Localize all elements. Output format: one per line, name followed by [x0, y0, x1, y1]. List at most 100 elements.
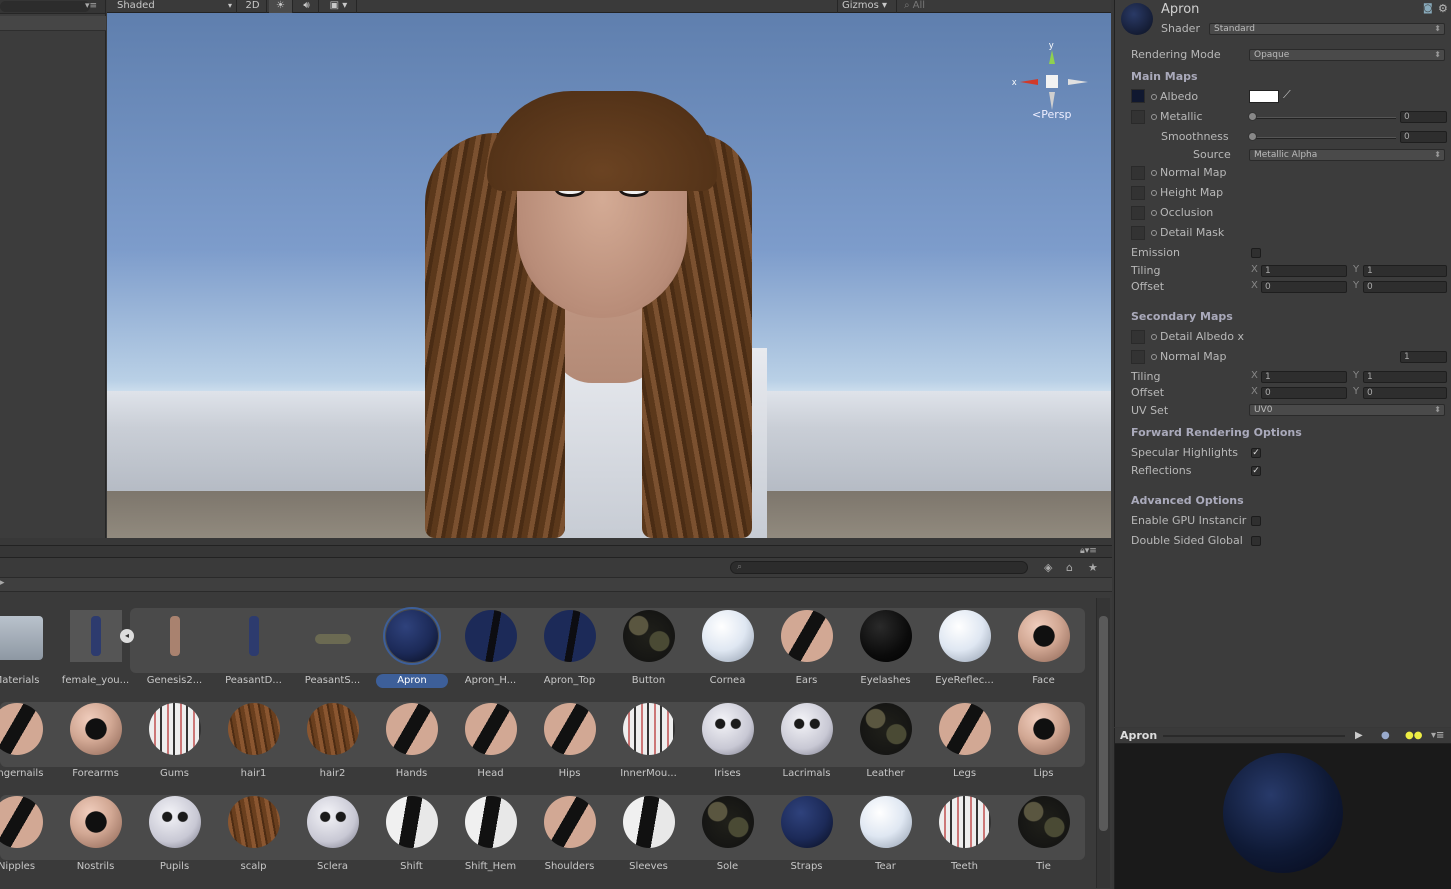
asset-forearms[interactable]: Forearms	[56, 703, 135, 793]
audio-icon[interactable]: 🔊︎	[295, 0, 319, 13]
preview-menu-icon[interactable]: ▾≡	[1431, 728, 1444, 744]
detail-normal-picker-icon[interactable]	[1151, 354, 1157, 360]
light-icon[interactable]: ●●	[1405, 728, 1422, 744]
breadcrumb-arrow-icon[interactable]: ▸	[0, 578, 5, 588]
project-search-input[interactable]: ⌕	[730, 561, 1028, 574]
uv-set-dropdown[interactable]: UV0	[1249, 404, 1445, 416]
expand-prefab-icon[interactable]: ◂	[120, 629, 134, 643]
asset-hips[interactable]: Hips	[530, 703, 609, 793]
eyedropper-icon[interactable]: ⟋	[1283, 88, 1291, 102]
smoothness-slider[interactable]	[1251, 137, 1396, 139]
detail-albedo-picker-icon[interactable]	[1151, 334, 1157, 340]
asset-shift-hem[interactable]: Shift_Hem	[451, 796, 530, 886]
asset-legs[interactable]: Legs	[925, 703, 1004, 793]
effects-icon[interactable]: ▣ ▾	[321, 0, 357, 13]
asset-sclera[interactable]: Sclera	[293, 796, 372, 886]
asset-straps[interactable]: Straps	[767, 796, 846, 886]
height-map-picker-icon[interactable]	[1151, 190, 1157, 196]
albedo-picker-icon[interactable]	[1151, 94, 1157, 100]
sec-tiling-y-field[interactable]: 1	[1363, 371, 1447, 383]
preview-sphere[interactable]	[1223, 753, 1343, 873]
asset-fingernails[interactable]: Fingernails	[0, 703, 56, 793]
rendering-mode-dropdown[interactable]: Opaque	[1249, 49, 1445, 61]
asset-sole[interactable]: Sole	[688, 796, 767, 886]
asset-sleeves[interactable]: Sleeves	[609, 796, 688, 886]
asset-face[interactable]: Face	[1004, 610, 1083, 700]
persp-toggle[interactable]: <Persp	[1032, 108, 1071, 121]
asset-pupils[interactable]: Pupils	[135, 796, 214, 886]
albedo-texture-slot[interactable]	[1131, 89, 1145, 103]
asset-leather[interactable]: Leather	[846, 703, 925, 793]
project-scrollbar[interactable]	[1096, 598, 1110, 888]
main-offset-y-field[interactable]: 0	[1363, 281, 1447, 293]
scene-view[interactable]: y x <Persp	[107, 13, 1111, 538]
filter-type-icon[interactable]: ◈	[1044, 561, 1052, 574]
asset-apron-top[interactable]: Apron_Top	[530, 610, 609, 700]
asset-cornea[interactable]: Cornea	[688, 610, 767, 700]
lock-icon[interactable]: 🔒︎▾≡	[1080, 546, 1097, 556]
asset-lips[interactable]: Lips	[1004, 703, 1083, 793]
asset-hair1[interactable]: hair1	[214, 703, 293, 793]
gizmos-dropdown[interactable]: Gizmos ▾	[837, 0, 897, 13]
filter-label-icon[interactable]: ⌂	[1066, 561, 1073, 574]
sec-offset-y-field[interactable]: 0	[1363, 387, 1447, 399]
sphere-icon[interactable]: ●	[1381, 728, 1390, 744]
asset-irises[interactable]: Irises	[688, 703, 767, 793]
occlusion-picker-icon[interactable]	[1151, 210, 1157, 216]
sec-offset-x-field[interactable]: 0	[1261, 387, 1347, 399]
specular-highlights-checkbox[interactable]: ✓	[1251, 448, 1261, 458]
gear-icon[interactable]: ⚙	[1438, 2, 1448, 15]
normal-map-slot[interactable]	[1131, 166, 1145, 180]
gpu-instancing-checkbox[interactable]	[1251, 516, 1261, 526]
asset-tie[interactable]: Tie	[1004, 796, 1083, 886]
reflections-checkbox[interactable]: ✓	[1251, 466, 1261, 476]
asset-hair2[interactable]: hair2	[293, 703, 372, 793]
metallic-field[interactable]: 0	[1400, 111, 1447, 123]
detail-normal-slot[interactable]	[1131, 350, 1145, 364]
metallic-picker-icon[interactable]	[1151, 114, 1157, 120]
asset-hands[interactable]: Hands	[372, 703, 451, 793]
lighting-icon[interactable]: ☀	[269, 0, 293, 13]
detail-normal-scale-field[interactable]: 1	[1400, 351, 1447, 363]
asset-scalp[interactable]: scalp	[214, 796, 293, 886]
occlusion-slot[interactable]	[1131, 206, 1145, 220]
gizmo-x-cone[interactable]	[1020, 79, 1038, 85]
shader-dropdown[interactable]: Standard	[1209, 23, 1445, 35]
metallic-slider-handle[interactable]	[1248, 112, 1257, 121]
play-icon[interactable]: ▶	[1355, 728, 1363, 744]
asset-button[interactable]: Button	[609, 610, 688, 700]
asset-innermou[interactable]: InnerMou...	[609, 703, 688, 793]
emission-checkbox[interactable]	[1251, 248, 1261, 258]
hierarchy-row[interactable]	[0, 16, 106, 31]
gizmo-neg-x-cone[interactable]	[1068, 79, 1088, 85]
asset-peasants[interactable]: PeasantS...	[293, 610, 372, 700]
asset-tear[interactable]: Tear	[846, 796, 925, 886]
smoothness-field[interactable]: 0	[1400, 131, 1447, 143]
project-scrollbar-thumb[interactable]	[1099, 616, 1108, 831]
asset-eyelashes[interactable]: Eyelashes	[846, 610, 925, 700]
asset-apron[interactable]: Apron	[372, 607, 451, 700]
asset-nostrils[interactable]: Nostrils	[56, 796, 135, 886]
metallic-slider[interactable]	[1251, 117, 1396, 119]
main-offset-x-field[interactable]: 0	[1261, 281, 1347, 293]
sec-tiling-x-field[interactable]: 1	[1261, 371, 1347, 383]
asset-genesis2[interactable]: Genesis2...	[135, 610, 214, 700]
preview-resize-handle[interactable]	[1163, 735, 1345, 737]
help-icon[interactable]: ◙	[1423, 3, 1433, 14]
asset-apron-h[interactable]: Apron_H...	[451, 610, 530, 700]
hierarchy-search-input[interactable]	[0, 1, 90, 12]
asset-female-you[interactable]: female_you...	[56, 610, 135, 700]
asset-eyereflec[interactable]: EyeReflec...	[925, 610, 1004, 700]
detail-albedo-slot[interactable]	[1131, 330, 1145, 344]
asset-peasantd[interactable]: PeasantD...	[214, 610, 293, 700]
gizmo-center-cube[interactable]	[1046, 75, 1058, 88]
asset-lacrimals[interactable]: Lacrimals	[767, 703, 846, 793]
gizmo-y-cone[interactable]	[1049, 50, 1055, 64]
shading-mode-dropdown[interactable]: Shaded ▾	[113, 0, 237, 13]
asset-materials[interactable]: Materials	[0, 610, 56, 700]
smoothness-slider-handle[interactable]	[1248, 132, 1257, 141]
favorite-star-icon[interactable]: ★	[1088, 561, 1098, 574]
main-tiling-x-field[interactable]: 1	[1261, 265, 1347, 277]
normal-map-picker-icon[interactable]	[1151, 170, 1157, 176]
detail-mask-picker-icon[interactable]	[1151, 230, 1157, 236]
